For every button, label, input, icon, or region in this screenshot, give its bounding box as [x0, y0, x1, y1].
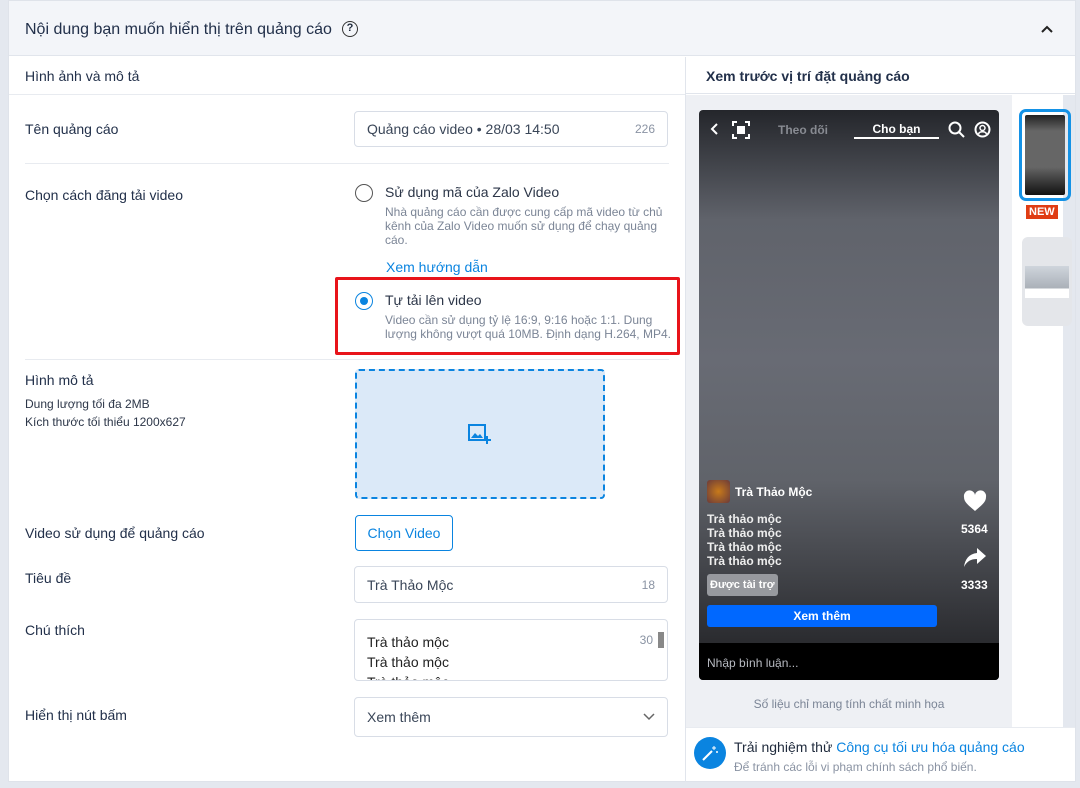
title-count: 18 — [641, 577, 655, 592]
phone-preview: Theo dõi Cho bạn Trà Thảo Mộc Trà thảo m… — [699, 110, 999, 680]
brand-avatar — [707, 480, 730, 503]
comment-input[interactable]: Nhập bình luận... — [699, 643, 999, 680]
upload-method-label: Chọn cách đăng tải video — [25, 187, 183, 203]
option-zalo-video-title: Sử dụng mã của Zalo Video — [385, 184, 560, 200]
panel-title: Nội dung bạn muốn hiển thị trên quảng cá… — [25, 21, 332, 38]
option-self-upload-desc: Video cần sử dụng tỷ lệ 16:9, 9:16 hoặc … — [385, 313, 671, 341]
ad-name-count: 226 — [634, 122, 655, 136]
heart-icon — [963, 490, 987, 511]
help-icon[interactable]: ? — [342, 21, 358, 37]
image-hint-size: Dung lượng tối đa 2MB — [25, 397, 150, 411]
chevron-up-icon[interactable] — [1039, 21, 1055, 37]
ad-caption: Trà thảo mộc Trà thảo mộc Trà thảo mộc Trà … — [707, 512, 782, 568]
guide-link[interactable]: Xem hướng dẫn — [386, 259, 488, 275]
placement-thumb-feed[interactable] — [1022, 237, 1072, 326]
like-count: 5364 — [961, 522, 988, 536]
caption-label: Chú thích — [25, 622, 85, 638]
chevron-down-icon — [643, 713, 655, 721]
option-zalo-video-desc: Nhà quảng cáo cần được cung cấp mã video… — [385, 205, 663, 247]
tip-text: Trải nghiệm thử Công cụ tối ưu hóa quảng… — [734, 739, 1025, 755]
ad-name-label: Tên quảng cáo — [25, 121, 119, 137]
cta-select[interactable]: Xem thêm — [354, 697, 668, 737]
preview-column: Xem trước vị trí đặt quảng cáo Theo dõi … — [685, 57, 1075, 782]
choose-video-button[interactable]: Chọn Video — [355, 515, 453, 551]
tab-for-you[interactable]: Cho bạn — [854, 122, 939, 139]
image-label: Hình mô tả — [25, 372, 94, 388]
optimization-tool-link[interactable]: Công cụ tối ưu hóa quảng cáo — [836, 739, 1024, 755]
search-icon[interactable] — [948, 121, 965, 138]
panel-header[interactable]: Nội dung bạn muốn hiển thị trên quảng cá… — [9, 1, 1075, 56]
profile-icon[interactable] — [974, 121, 991, 138]
add-image-icon — [468, 424, 491, 444]
caption-line: Trà thảo mộc — [367, 672, 655, 680]
caption-line: Trà thảo mộc — [367, 654, 449, 670]
radio-self-upload[interactable] — [355, 292, 373, 310]
share-count: 3333 — [961, 578, 988, 592]
back-icon[interactable] — [710, 123, 720, 135]
title-input[interactable]: Trà Thảo Mộc 18 — [354, 566, 668, 603]
sponsored-badge: Được tài trợ — [707, 574, 778, 596]
option-self-upload-title: Tự tải lên video — [385, 292, 482, 308]
ad-name-input[interactable]: Quảng cáo video • 28/03 14:50 226 — [354, 111, 668, 147]
new-badge: NEW — [1026, 205, 1058, 219]
caption-scrollbar[interactable] — [658, 632, 664, 648]
cta-label: Hiển thị nút bấm — [25, 707, 127, 723]
video-label: Video sử dụng để quảng cáo — [25, 525, 205, 541]
cta-preview-button[interactable]: Xem thêm — [707, 605, 937, 627]
tab-follow[interactable]: Theo dõi — [778, 123, 828, 137]
image-upload-dropzone[interactable] — [355, 369, 605, 499]
title-label: Tiêu đề — [25, 570, 72, 586]
preview-title: Xem trước vị trí đặt quảng cáo — [686, 57, 1075, 94]
brand-name: Trà Thảo Mộc — [735, 485, 813, 499]
title-value: Trà Thảo Mộc — [367, 576, 454, 593]
ad-content-panel: Nội dung bạn muốn hiển thị trên quảng cá… — [8, 0, 1076, 782]
form-column: Hình ảnh và mô tả Tên quảng cáo Quảng cá… — [9, 57, 685, 782]
caption-textarea[interactable]: Trà thảo mộc Trà thảo mộc Trà thảo mộc 3… — [354, 619, 668, 681]
image-hint-dimension: Kích thước tối thiểu 1200x627 — [25, 415, 186, 429]
caption-count: 30 — [639, 633, 653, 647]
radio-zalo-video[interactable] — [355, 184, 373, 202]
share-icon — [964, 548, 986, 567]
fullscreen-icon[interactable] — [732, 121, 750, 139]
illustration-note: Số liệu chỉ mang tính chất minh họa — [753, 697, 945, 711]
section-title: Hình ảnh và mô tả — [25, 68, 140, 84]
placement-thumb-video[interactable] — [1019, 109, 1071, 201]
tip-desc: Để tránh các lỗi vi phạm chính sách phổ … — [734, 760, 977, 774]
caption-line: Trà thảo mộc — [367, 634, 449, 650]
magic-wand-icon — [694, 737, 726, 769]
ad-name-value: Quảng cáo video • 28/03 14:50 — [367, 121, 560, 137]
cta-value: Xem thêm — [367, 709, 431, 725]
